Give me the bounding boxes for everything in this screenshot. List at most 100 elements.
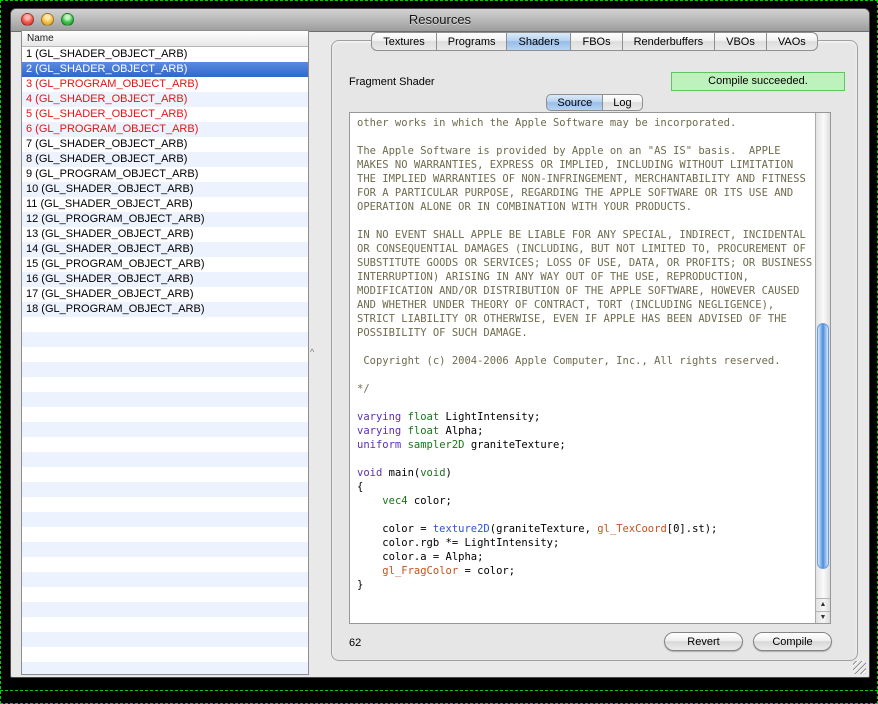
- code-line: color.a = Alpha;: [357, 550, 815, 564]
- tab-textures[interactable]: Textures: [371, 32, 437, 51]
- scroll-hint-icon: ^: [310, 347, 314, 357]
- resource-list-body: 1 (GL_SHADER_OBJECT_ARB)2 (GL_SHADER_OBJ…: [22, 47, 308, 675]
- code-line: INTERRUPTION) ARISING IN ANY WAY OUT OF …: [357, 270, 815, 284]
- code-line: color = texture2D(graniteTexture, gl_Tex…: [357, 522, 815, 536]
- title-bar[interactable]: Resources: [11, 9, 869, 32]
- list-stripe: [22, 452, 308, 467]
- list-stripe: [22, 362, 308, 377]
- list-stripe: [22, 377, 308, 392]
- list-item[interactable]: 6 (GL_PROGRAM_OBJECT_ARB): [22, 122, 308, 137]
- desktop: Resources Name 1 (GL_SHADER_OBJECT_ARB)2…: [0, 0, 878, 704]
- scroll-down-icon: ▼: [820, 614, 827, 621]
- list-stripe: [22, 557, 308, 572]
- list-stripe: [22, 482, 308, 497]
- scroll-up-icon: ▲: [820, 601, 827, 608]
- code-line: varying float LightIntensity;: [357, 410, 815, 424]
- source-log-tabs: SourceLog: [331, 94, 858, 111]
- tab-vbos[interactable]: VBOs: [715, 32, 767, 51]
- list-header-name[interactable]: Name: [22, 31, 308, 47]
- list-stripe: [22, 647, 308, 662]
- resources-window: Resources Name 1 (GL_SHADER_OBJECT_ARB)2…: [10, 8, 870, 678]
- shader-type-label: Fragment Shader: [349, 76, 435, 88]
- code-line: void main(void): [357, 466, 815, 480]
- list-stripe: [22, 467, 308, 482]
- code-line: [357, 452, 815, 466]
- list-item[interactable]: 16 (GL_SHADER_OBJECT_ARB): [22, 272, 308, 287]
- scrollbar-thumb[interactable]: [817, 323, 829, 569]
- list-stripe: [22, 422, 308, 437]
- list-item[interactable]: 12 (GL_PROGRAM_OBJECT_ARB): [22, 212, 308, 227]
- code-line: [357, 508, 815, 522]
- frame-line-decoration: [0, 690, 878, 691]
- list-stripe: [22, 392, 308, 407]
- vertical-scrollbar[interactable]: ▲ ▼: [815, 113, 830, 623]
- code-line: [357, 368, 815, 382]
- code-line: [357, 396, 815, 410]
- list-stripe: [22, 497, 308, 512]
- list-stripe: [22, 542, 308, 557]
- resource-list: Name 1 (GL_SHADER_OBJECT_ARB)2 (GL_SHADE…: [21, 30, 309, 675]
- tab-shaders[interactable]: Shaders: [507, 32, 571, 51]
- source-view: other works in which the Apple Software …: [349, 112, 831, 624]
- list-item[interactable]: 4 (GL_SHADER_OBJECT_ARB): [22, 92, 308, 107]
- code-line: POSSIBILITY OF SUCH DAMAGE.: [357, 326, 815, 340]
- code-line: AND WHETHER UNDER THEORY OF CONTRACT, TO…: [357, 298, 815, 312]
- line-count: 62: [349, 637, 361, 649]
- list-stripe: [22, 407, 308, 422]
- source-code[interactable]: other works in which the Apple Software …: [350, 113, 815, 623]
- scroll-up-button[interactable]: ▲: [816, 598, 830, 610]
- resize-grip[interactable]: [853, 661, 866, 674]
- tab-renderbuffers[interactable]: Renderbuffers: [623, 32, 716, 51]
- code-line: varying float Alpha;: [357, 424, 815, 438]
- list-stripe: [22, 587, 308, 602]
- list-stripe: [22, 527, 308, 542]
- list-stripe: [22, 347, 308, 362]
- list-item[interactable]: 7 (GL_SHADER_OBJECT_ARB): [22, 137, 308, 152]
- tab-vaos[interactable]: VAOs: [767, 32, 818, 51]
- list-stripe: [22, 602, 308, 617]
- list-stripe: [22, 617, 308, 632]
- code-line: OR CONSEQUENTIAL DAMAGES (INCLUDING, BUT…: [357, 242, 815, 256]
- code-line: [357, 130, 815, 144]
- list-stripe: [22, 632, 308, 647]
- code-line: color.rgb *= LightIntensity;: [357, 536, 815, 550]
- code-line: MODIFICATION AND/OR DISTRIBUTION OF THE …: [357, 284, 815, 298]
- list-item[interactable]: 18 (GL_PROGRAM_OBJECT_ARB): [22, 302, 308, 317]
- list-stripe: [22, 437, 308, 452]
- list-item[interactable]: 3 (GL_PROGRAM_OBJECT_ARB): [22, 77, 308, 92]
- code-line: SUBSTITUTE GOODS OR SERVICES; LOSS OF US…: [357, 256, 815, 270]
- list-stripe: [22, 572, 308, 587]
- code-line: other works in which the Apple Software …: [357, 116, 815, 130]
- list-item[interactable]: 13 (GL_SHADER_OBJECT_ARB): [22, 227, 308, 242]
- list-item[interactable]: 11 (GL_SHADER_OBJECT_ARB): [22, 197, 308, 212]
- list-item[interactable]: 15 (GL_PROGRAM_OBJECT_ARB): [22, 257, 308, 272]
- list-item[interactable]: 5 (GL_SHADER_OBJECT_ARB): [22, 107, 308, 122]
- code-line: IN NO EVENT SHALL APPLE BE LIABLE FOR AN…: [357, 228, 815, 242]
- code-line: uniform sampler2D graniteTexture;: [357, 438, 815, 452]
- code-line: {: [357, 480, 815, 494]
- view-tab-source[interactable]: Source: [546, 94, 603, 111]
- code-line: Copyright (c) 2004-2006 Apple Computer, …: [357, 354, 815, 368]
- code-line: MAKES NO WARRANTIES, EXPRESS OR IMPLIED,…: [357, 158, 815, 172]
- code-line: [357, 214, 815, 228]
- list-item[interactable]: 10 (GL_SHADER_OBJECT_ARB): [22, 182, 308, 197]
- list-item[interactable]: 8 (GL_SHADER_OBJECT_ARB): [22, 152, 308, 167]
- code-line: THE IMPLIED WARRANTIES OF NON-INFRINGEME…: [357, 172, 815, 186]
- code-line: [357, 340, 815, 354]
- list-item[interactable]: 1 (GL_SHADER_OBJECT_ARB): [22, 47, 308, 62]
- window-title: Resources: [11, 12, 869, 27]
- resource-tabs: TexturesProgramsShadersFBOsRenderbuffers…: [331, 32, 858, 51]
- code-line: OPERATION ALONE OR IN COMBINATION WITH Y…: [357, 200, 815, 214]
- list-stripe: [22, 662, 308, 675]
- list-item[interactable]: 14 (GL_SHADER_OBJECT_ARB): [22, 242, 308, 257]
- tab-programs[interactable]: Programs: [437, 32, 508, 51]
- revert-button[interactable]: Revert: [664, 632, 743, 651]
- scroll-down-button[interactable]: ▼: [816, 611, 830, 623]
- list-item[interactable]: 9 (GL_PROGRAM_OBJECT_ARB): [22, 167, 308, 182]
- list-item[interactable]: 2 (GL_SHADER_OBJECT_ARB): [22, 62, 308, 77]
- view-tab-log[interactable]: Log: [603, 94, 642, 111]
- list-item[interactable]: 17 (GL_SHADER_OBJECT_ARB): [22, 287, 308, 302]
- compile-button[interactable]: Compile: [753, 632, 832, 651]
- list-stripe: [22, 317, 308, 332]
- tab-fbos[interactable]: FBOs: [571, 32, 622, 51]
